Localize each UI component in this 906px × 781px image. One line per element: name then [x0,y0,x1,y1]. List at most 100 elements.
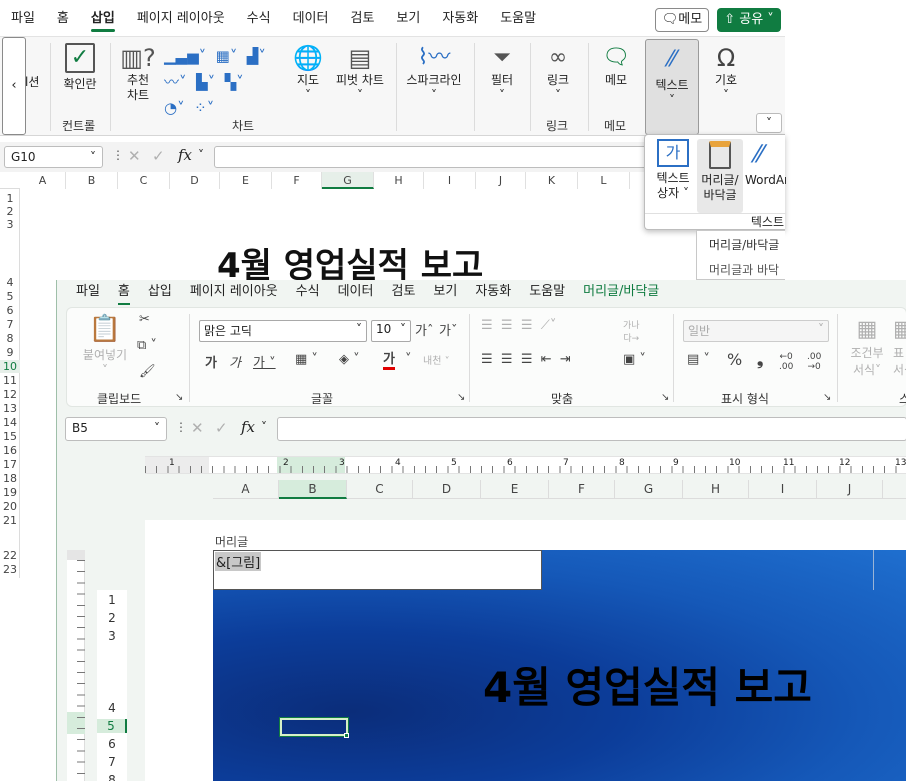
format-painter-icon[interactable]: 🖌 [139,364,156,379]
col-header-k[interactable]: K [526,172,578,189]
row-header[interactable]: 7 [97,755,127,769]
row-header[interactable]: 1 [97,593,127,607]
dialog-launcher-icon[interactable]: ↘ [175,392,183,403]
row-header[interactable]: 19 [0,486,20,499]
number-format-select[interactable]: 일반 ˅ [683,320,829,342]
chart-type-icons[interactable]: ▁▃▅˅ ▦˅ ▟˅ 〰˅ ▙˅ ▚˅ ◔˅ ⁘˅ [164,43,266,121]
col-header-f[interactable]: F [272,172,322,189]
cut-icon[interactable]: ✂ [139,312,150,327]
increase-decimal-icon[interactable]: ←0.00 [779,352,793,372]
row-header[interactable]: 23 [0,563,20,576]
row-header[interactable]: 22 [0,549,20,562]
row-header[interactable]: 3 [0,218,20,231]
name-box[interactable]: B5 ˅ [65,417,167,441]
tab-automate[interactable]: 자동화 [466,281,520,303]
row-header[interactable]: 9 [0,346,20,359]
phonetic-icon[interactable]: 내천 ˅ [423,352,450,367]
tab-data[interactable]: 데이터 [282,0,340,38]
row-header[interactable]: 3 [97,629,127,643]
tab-insert[interactable]: 삽입 [139,281,181,303]
increase-font-icon[interactable]: 가ˆ [415,320,433,339]
col-header-g[interactable]: G [322,172,374,189]
comma-icon[interactable]: ❟ [757,350,763,370]
tab-formulas[interactable]: 수식 [287,281,329,303]
italic-icon[interactable]: 가 [229,352,241,371]
col-header-b[interactable]: B [66,172,118,189]
wordart-option[interactable]: ⁄⁄ WordArt [745,139,786,188]
header-left-section[interactable]: &[그림] [213,550,542,590]
tab-help[interactable]: 도움말 [520,281,574,303]
sparkline-button[interactable]: ⌇〰 스파크라인 ˅ [402,43,466,103]
col-header-d[interactable]: D [413,480,481,499]
tab-page-layout[interactable]: 페이지 레이아웃 [126,0,236,38]
ribbon-collapse-chevron-icon[interactable]: ˅ [756,113,782,133]
tab-file[interactable]: 파일 [67,281,109,303]
col-header-a[interactable]: A [213,480,279,499]
border-icon[interactable]: ▦ ˅ [295,352,318,367]
row-header[interactable]: 12 [0,388,20,401]
accounting-icon[interactable]: ▤ ˅ [687,352,710,367]
cancel-icon[interactable]: ✕ [128,147,141,165]
underline-icon[interactable]: 가 ˅ [253,352,276,371]
row-header[interactable]: 17 [0,458,20,471]
dialog-launcher-icon[interactable]: ↘ [823,392,831,403]
col-header-a[interactable]: A [20,172,66,189]
row-header[interactable]: 20 [0,500,20,513]
tab-file[interactable]: 파일 [0,0,46,38]
col-header-i[interactable]: I [749,480,817,499]
row-header[interactable]: 15 [0,430,20,443]
textbox-option[interactable]: 가 텍스트 상자 ˅ [653,139,693,201]
bar-chart-icon[interactable]: ▁▃▅˅ ▦˅ ▟˅ [164,43,266,69]
share-button[interactable]: ⇧ 공유 ˅ [717,8,781,32]
col-header-d[interactable]: D [170,172,220,189]
col-header-c[interactable]: C [118,172,170,189]
paste-button[interactable]: 📋 붙여넣기 ˅ [79,312,131,377]
pivot-chart-button[interactable]: ▤ 피벗 차트 ˅ [332,43,388,103]
row-header[interactable]: 13 [0,402,20,415]
tab-view[interactable]: 보기 [424,281,466,303]
tab-review[interactable]: 검토 [382,281,424,303]
font-name-select[interactable]: 맑은 고딕 ˅ [199,320,367,342]
copy-icon[interactable]: ⧉ ˅ [137,338,157,353]
row-header[interactable]: 6 [97,737,127,751]
decrease-decimal-icon[interactable]: .00 →0 [807,352,821,372]
col-header-h[interactable]: H [374,172,424,189]
row-header[interactable]: 10 [0,360,20,373]
align-left-icon[interactable]: ☰ ☰ ☰ ⇤ ⇥ [481,352,571,367]
col-header-j[interactable]: J [476,172,526,189]
tab-home[interactable]: 홈 [109,281,139,305]
format-as-table-button[interactable]: ▦ 표 서식 [893,316,906,378]
col-header-b[interactable]: B [279,480,347,499]
col-header-h[interactable]: H [683,480,749,499]
line-chart-icon[interactable]: 〰˅ ▙˅ ▚˅ [164,69,266,95]
enter-icon[interactable]: ✓ [152,147,165,165]
row-header[interactable]: 8 [0,332,20,345]
percent-icon[interactable]: % [727,350,742,369]
header-footer-option[interactable]: 머리글/ 바닥글 [697,139,743,213]
tab-help[interactable]: 도움말 [489,0,547,38]
filter-button[interactable]: ⏷ 필터 ˅ [480,43,524,103]
row-header[interactable]: 2 [0,205,20,218]
recommended-chart-button[interactable]: ▥? 추천 차트 [116,43,160,103]
row-header[interactable]: 4 [0,276,20,289]
col-header-c[interactable]: C [347,480,413,499]
enter-icon[interactable]: ✓ [215,419,228,437]
tab-view[interactable]: 보기 [385,0,431,38]
name-box[interactable]: G10 ˅ [4,146,103,168]
formula-input[interactable] [277,417,906,441]
checkbox-button[interactable]: ✓ 확인란 [58,43,102,92]
col-header-g[interactable]: G [615,480,683,499]
row-header[interactable]: 14 [0,416,20,429]
font-size-select[interactable]: 10 ˅ [371,320,411,342]
tab-insert[interactable]: 삽입 [80,0,126,38]
tab-page-layout[interactable]: 페이지 레이아웃 [181,281,287,303]
conditional-format-button[interactable]: ▦ 조건부 서식˅ [845,316,889,378]
tab-review[interactable]: 검토 [339,0,385,38]
ribbon-scroll-left[interactable]: ‹ [2,37,26,135]
insert-function-icon[interactable]: fx [241,418,255,436]
col-header-f[interactable]: F [549,480,615,499]
font-color-dropdown-icon[interactable]: ˅ [405,352,412,367]
col-header-l[interactable]: L [578,172,630,189]
link-button[interactable]: ∞ 링크 ˅ [536,43,580,103]
row-header[interactable]: 6 [0,304,20,317]
